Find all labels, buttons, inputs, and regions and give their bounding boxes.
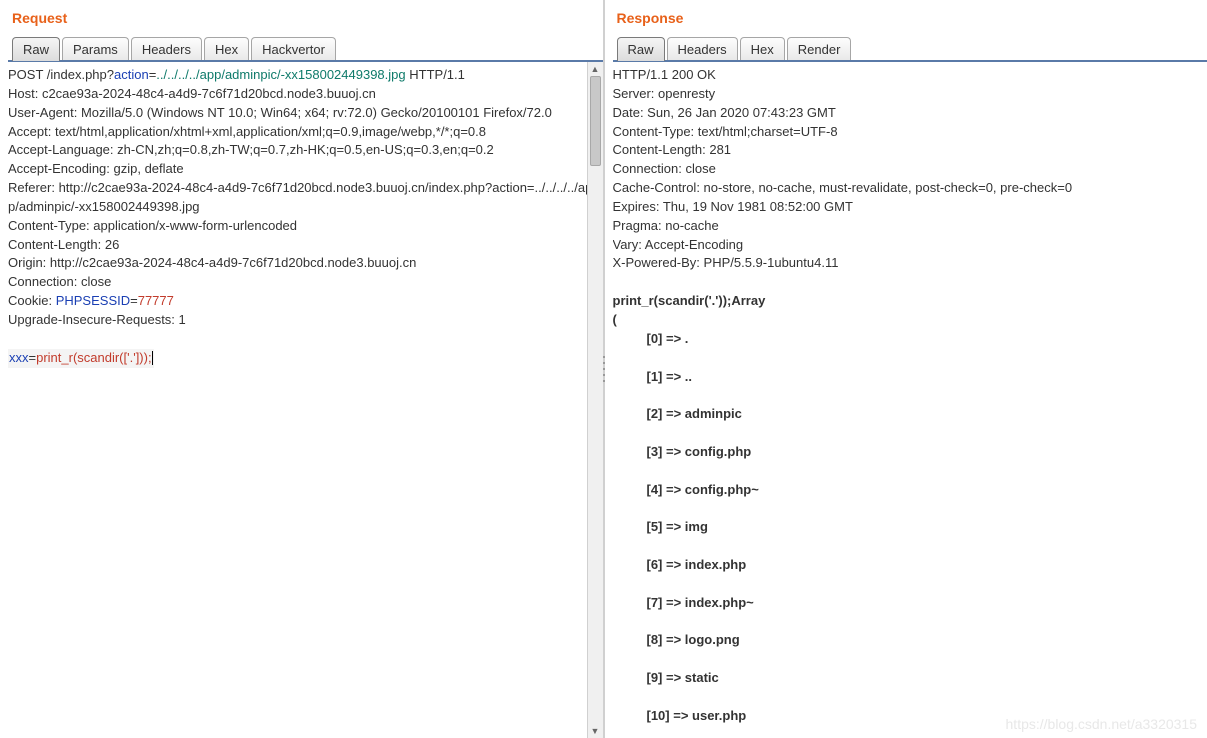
request-raw-editor[interactable]: POST /index.php?action=../../../../app/a… — [8, 62, 603, 738]
response-tab-headers[interactable]: Headers — [667, 37, 738, 61]
request-scrollbar[interactable]: ▲ ▼ — [587, 62, 603, 738]
request-pane: Request RawParamsHeadersHexHackvertor PO… — [0, 0, 605, 738]
request-content-wrap: POST /index.php?action=../../../../app/a… — [8, 60, 603, 738]
request-tabbar: RawParamsHeadersHexHackvertor — [8, 36, 603, 60]
response-tab-raw[interactable]: Raw — [617, 37, 665, 61]
response-raw-viewer[interactable]: HTTP/1.1 200 OK Server: openresty Date: … — [613, 62, 1207, 738]
response-pane: Response RawHeadersHexRender HTTP/1.1 20… — [605, 0, 1207, 738]
request-tab-hex[interactable]: Hex — [204, 37, 249, 61]
scroll-thumb[interactable] — [590, 76, 601, 166]
request-title: Request — [8, 6, 603, 36]
response-title: Response — [613, 6, 1207, 36]
scroll-down-icon[interactable]: ▼ — [588, 724, 603, 738]
request-tab-hackvertor[interactable]: Hackvertor — [251, 37, 336, 61]
response-tab-hex[interactable]: Hex — [740, 37, 785, 61]
scroll-up-icon[interactable]: ▲ — [588, 62, 603, 76]
split-container: Request RawParamsHeadersHexHackvertor PO… — [0, 0, 1207, 738]
request-tab-params[interactable]: Params — [62, 37, 129, 61]
response-content-wrap: HTTP/1.1 200 OK Server: openresty Date: … — [613, 60, 1207, 738]
response-tab-render[interactable]: Render — [787, 37, 852, 61]
splitter-grip[interactable] — [601, 356, 607, 382]
request-tab-raw[interactable]: Raw — [12, 37, 60, 61]
response-tabbar: RawHeadersHexRender — [613, 36, 1207, 60]
request-tab-headers[interactable]: Headers — [131, 37, 202, 61]
